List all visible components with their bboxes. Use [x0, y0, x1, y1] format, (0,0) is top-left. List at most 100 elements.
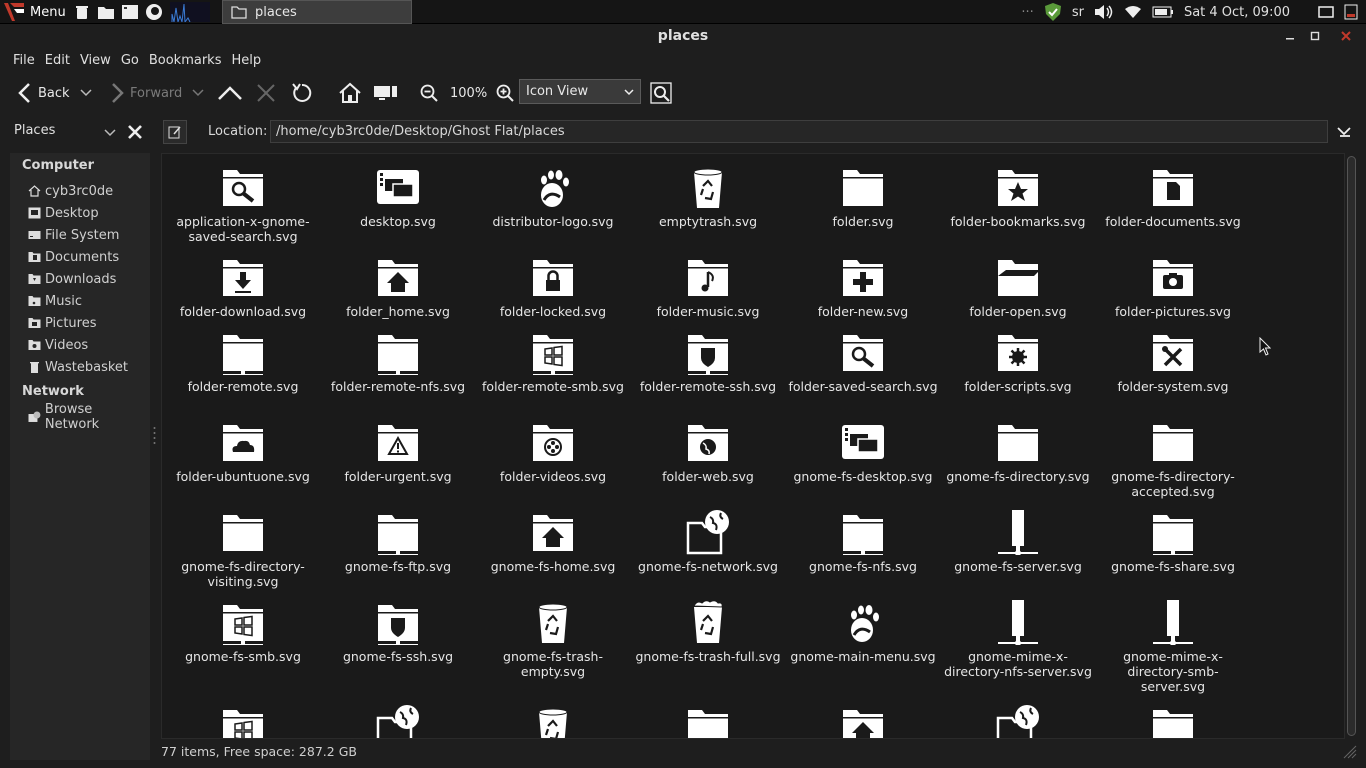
file-item[interactable]: folder-urgent.svg [323, 419, 473, 484]
file-item[interactable]: gnome-mime-x-directory-nfs-server.svg [943, 599, 1093, 679]
start-menu-button[interactable]: Menu [2, 0, 66, 24]
sidebar-item-documents[interactable]: Documents [28, 248, 119, 266]
close-sidebar-icon[interactable] [127, 124, 143, 140]
file-item[interactable]: gnome-fs-trash-empty.svg [478, 599, 628, 679]
stop-button[interactable] [256, 80, 276, 106]
file-item[interactable]: gnome-fs-server.svg [943, 509, 1093, 574]
clear-location-icon[interactable] [1336, 124, 1352, 138]
zoom-out-button[interactable] [420, 80, 438, 106]
trash-launcher-icon[interactable] [73, 3, 91, 21]
file-item[interactable]: gnome-fs-share.svg [1098, 509, 1248, 574]
minimize-button[interactable] [1280, 26, 1300, 46]
location-input[interactable]: /home/cyb3rc0de/Desktop/Ghost Flat/place… [270, 120, 1328, 143]
view-mode-select[interactable]: Icon View [519, 79, 641, 104]
terminal-launcher-icon[interactable] [121, 3, 139, 21]
forward-button[interactable]: Forward [110, 80, 182, 106]
tray-overflow-icon[interactable]: ··· [1021, 5, 1033, 20]
menu-view[interactable]: View [75, 53, 116, 68]
file-item[interactable]: gnome-fs-directory-visiting.svg [168, 509, 318, 589]
menu-edit[interactable]: Edit [40, 53, 75, 68]
menu-help[interactable]: Help [226, 53, 266, 68]
file-item[interactable]: gnome-fs-smb.svg [168, 599, 318, 664]
file-item[interactable]: gnome-fs-desktop.svg [788, 419, 938, 484]
toggle-location-entry-button[interactable] [163, 120, 187, 144]
search-button[interactable] [650, 80, 672, 106]
file-item[interactable]: gnome-fs-directory.svg [943, 419, 1093, 484]
files-launcher-icon[interactable] [97, 3, 115, 21]
close-window-button[interactable] [1336, 26, 1356, 46]
sidebar-item-home[interactable]: cyb3rc0de [28, 182, 113, 200]
scrollbar-thumb[interactable] [1347, 156, 1356, 736]
sidebar-item-videos[interactable]: Videos [28, 336, 88, 354]
shield-check-icon[interactable] [1044, 2, 1062, 22]
file-item[interactable]: gnome-fs-network.svg [633, 509, 783, 574]
file-item[interactable]: folder-pictures.svg [1098, 254, 1248, 319]
menu-bookmarks[interactable]: Bookmarks [144, 53, 227, 68]
reload-button[interactable] [290, 80, 314, 106]
screen-icon[interactable] [1318, 5, 1334, 19]
file-item[interactable]: folder-saved-search.svg [788, 329, 938, 394]
file-item[interactable]: folder.svg [788, 164, 938, 229]
file-item[interactable]: emptytrash.svg [633, 164, 783, 229]
computer-button[interactable] [373, 80, 399, 106]
sidebar-pane-title[interactable]: Places [14, 123, 55, 138]
file-item[interactable]: gnome-fs-directory-accepted.svg [1098, 419, 1248, 499]
file-item[interactable]: folder-open.svg [943, 254, 1093, 319]
battery-icon[interactable] [1152, 6, 1174, 18]
file-item[interactable]: gnome-fs-home.svg [478, 509, 628, 574]
file-item[interactable]: folder-music.svg [633, 254, 783, 319]
file-item[interactable]: gnome-fs-ssh.svg [323, 599, 473, 664]
window-titlebar[interactable]: places [0, 24, 1366, 48]
file-item[interactable]: gnome-mime-x-directory-smb-server.svg [1098, 599, 1248, 694]
sidebar-item-desktop[interactable]: Desktop [28, 204, 99, 222]
file-item[interactable]: folder-remote-nfs.svg [323, 329, 473, 394]
file-item[interactable] [633, 704, 783, 738]
file-item[interactable]: desktop.svg [323, 164, 473, 229]
file-item[interactable]: distributor-logo.svg [478, 164, 628, 229]
file-item[interactable]: folder-new.svg [788, 254, 938, 319]
file-item[interactable]: folder-download.svg [168, 254, 318, 319]
sidebar-resize-handle[interactable] [153, 426, 156, 448]
file-item[interactable]: gnome-fs-ftp.svg [323, 509, 473, 574]
clock[interactable]: Sat 4 Oct, 09:00 [1184, 5, 1290, 20]
back-history-dropdown[interactable] [80, 80, 92, 106]
menu-file[interactable]: File [8, 53, 40, 68]
file-item[interactable]: folder-remote-ssh.svg [633, 329, 783, 394]
file-item[interactable]: folder-scripts.svg [943, 329, 1093, 394]
file-item[interactable]: folder-bookmarks.svg [943, 164, 1093, 229]
file-item[interactable] [478, 704, 628, 738]
home-button[interactable] [338, 80, 362, 106]
sidebar-item-music[interactable]: Music [28, 292, 82, 310]
file-item[interactable]: folder-system.svg [1098, 329, 1248, 394]
file-item[interactable]: folder-web.svg [633, 419, 783, 484]
user-session-icon[interactable] [1344, 4, 1358, 20]
chevron-down-icon[interactable] [104, 129, 116, 137]
file-item[interactable]: application-x-gnome-saved-search.svg [168, 164, 318, 244]
sidebar-item-filesystem[interactable]: File System [28, 226, 119, 244]
browser-launcher-icon[interactable] [145, 3, 163, 21]
file-item[interactable] [1098, 704, 1248, 738]
keyboard-layout-indicator[interactable]: sr [1072, 5, 1084, 20]
sidebar-item-browse-network[interactable]: Browse Network [28, 402, 150, 432]
file-item[interactable]: folder-locked.svg [478, 254, 628, 319]
file-item[interactable]: folder-remote.svg [168, 329, 318, 394]
up-button[interactable] [217, 80, 243, 106]
file-item[interactable]: gnome-fs-nfs.svg [788, 509, 938, 574]
file-icon-view[interactable]: application-x-gnome-saved-search.svg desk… [161, 153, 1345, 739]
file-item[interactable] [168, 704, 318, 738]
forward-history-dropdown[interactable] [192, 80, 204, 106]
back-button[interactable]: Back [16, 80, 70, 106]
file-item[interactable] [788, 704, 938, 738]
maximize-button[interactable] [1305, 26, 1325, 46]
volume-icon[interactable] [1094, 4, 1114, 20]
menu-go[interactable]: Go [116, 53, 144, 68]
file-item[interactable]: folder-ubuntuone.svg [168, 419, 318, 484]
file-item[interactable]: folder-videos.svg [478, 419, 628, 484]
file-item[interactable]: folder-documents.svg [1098, 164, 1248, 229]
file-item[interactable]: folder_home.svg [323, 254, 473, 319]
zoom-in-button[interactable] [496, 80, 514, 106]
sidebar-item-wastebasket[interactable]: Wastebasket [28, 358, 128, 376]
file-item[interactable] [323, 704, 473, 738]
resize-grip-icon[interactable] [1343, 745, 1357, 759]
file-item[interactable]: gnome-main-menu.svg [788, 599, 938, 664]
